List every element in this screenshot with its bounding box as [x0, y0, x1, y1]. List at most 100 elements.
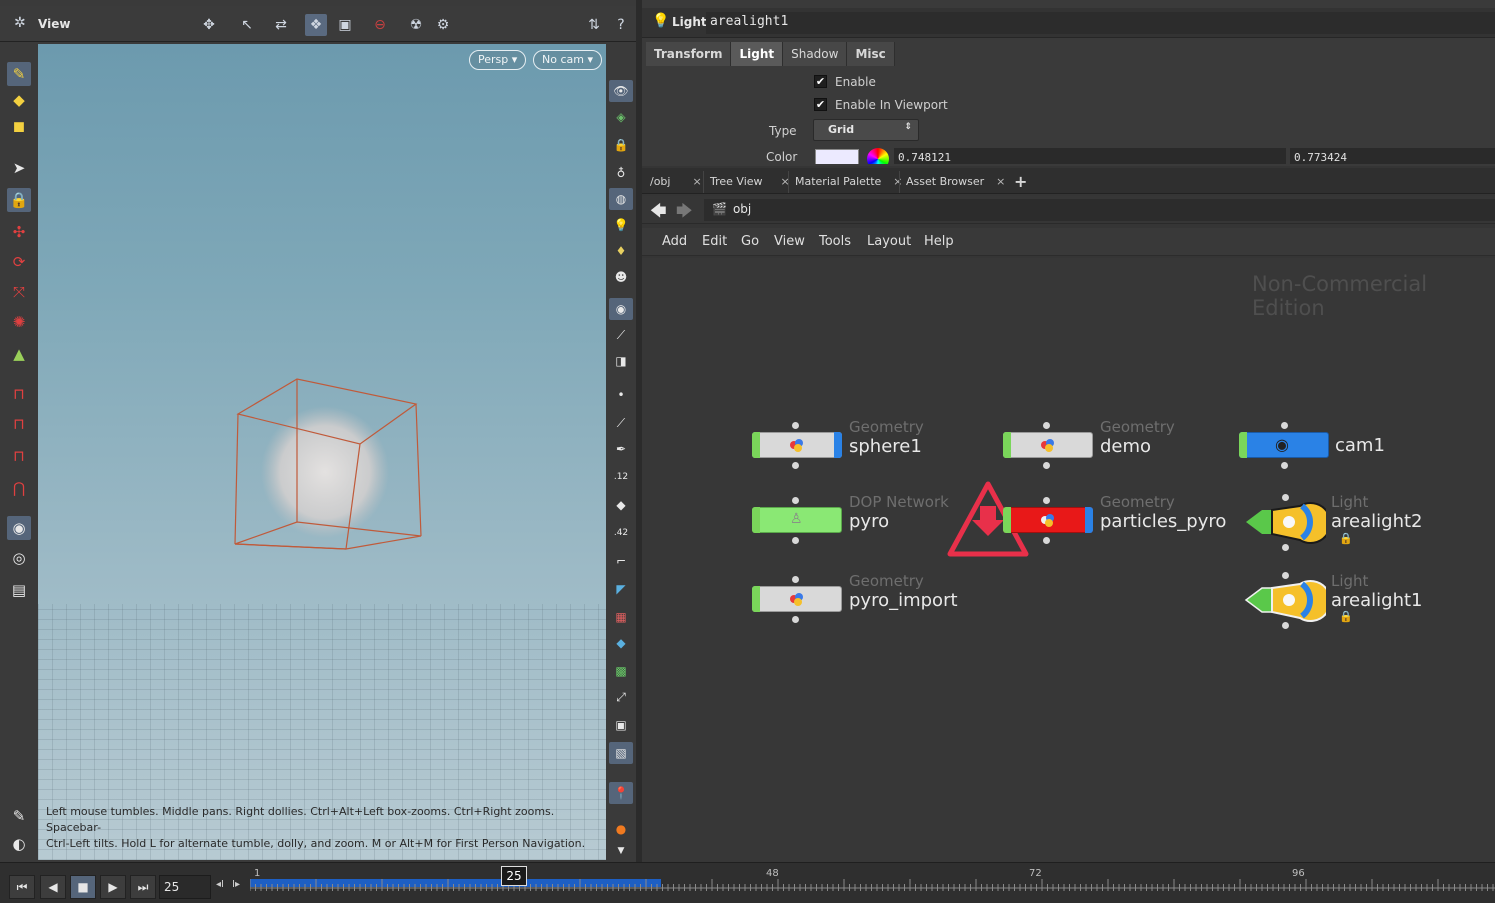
- enable-viewport-checkbox[interactable]: ✔: [814, 98, 827, 111]
- display-box-icon[interactable]: ▣: [609, 714, 633, 736]
- jump-start-button[interactable]: ⏮: [9, 875, 35, 899]
- move-icon[interactable]: ✣: [7, 220, 31, 244]
- view-icon[interactable]: ✲: [14, 15, 26, 31]
- display-pin-icon[interactable]: 📍: [609, 782, 633, 804]
- node-arealight1[interactable]: 🔒: [1242, 572, 1353, 629]
- step-forward-icon[interactable]: I▸: [232, 879, 240, 890]
- tab-material-palette[interactable]: Material Palette ×: [788, 171, 909, 193]
- display-paint-icon[interactable]: ◆: [609, 494, 633, 516]
- node-pyro[interactable]: ♙: [752, 497, 842, 544]
- display-bg-icon[interactable]: ▧: [609, 742, 633, 764]
- menu-go[interactable]: Go: [741, 234, 759, 249]
- stop-icon[interactable]: ⊖: [369, 14, 391, 36]
- display-diamond-icon[interactable]: ◆: [609, 632, 633, 654]
- group-view-icon[interactable]: ❖: [305, 14, 327, 36]
- camera-menu[interactable]: No cam ▾: [533, 50, 602, 70]
- display-geo-icon[interactable]: ◈: [609, 106, 633, 128]
- display-person-icon[interactable]: ☻: [609, 266, 633, 288]
- scale-icon[interactable]: ⤧: [7, 280, 31, 304]
- paint-icon[interactable]: ◆: [7, 88, 31, 112]
- display-sphere-icon[interactable]: ◍: [609, 188, 633, 210]
- tab-asset-browser[interactable]: Asset Browser ×: [899, 171, 1011, 193]
- collapse-down-icon[interactable]: ▼: [609, 840, 633, 862]
- display-corner-icon[interactable]: ⌐: [609, 550, 633, 572]
- display-bulb-icon[interactable]: 💡: [609, 214, 633, 236]
- color-r-field[interactable]: 0.748121: [894, 148, 1286, 164]
- jump-end-button[interactable]: ⏭: [130, 875, 156, 899]
- snap-icon[interactable]: ⊓: [7, 412, 31, 436]
- node-demo[interactable]: [1003, 422, 1093, 469]
- tab-tree-view[interactable]: Tree View ×: [703, 171, 796, 193]
- help-icon[interactable]: ?: [610, 14, 632, 36]
- tab-obj[interactable]: /obj ×: [644, 171, 708, 193]
- orbit-icon[interactable]: ◎: [7, 546, 31, 570]
- add-tab-button[interactable]: +: [1008, 171, 1033, 193]
- back-arrow-icon[interactable]: 🡄: [650, 200, 667, 227]
- display-pen-icon[interactable]: ✒: [609, 438, 633, 460]
- magnet-icon[interactable]: ⊓: [7, 382, 31, 406]
- play-reverse-button[interactable]: ◀: [40, 875, 66, 899]
- display-lock-icon[interactable]: 🔒: [609, 134, 633, 156]
- display-number-icon[interactable]: .12: [609, 466, 633, 488]
- color-g-field[interactable]: 0.773424: [1290, 148, 1495, 164]
- transform-icon[interactable]: ⇄: [270, 14, 292, 36]
- tab-shadow[interactable]: Shadow: [783, 42, 848, 66]
- pointer-icon[interactable]: ➤: [7, 156, 31, 180]
- display-lamp-icon[interactable]: ♦: [609, 240, 633, 262]
- type-dropdown[interactable]: Grid ⇕: [813, 119, 919, 141]
- pose-icon[interactable]: ✺: [7, 310, 31, 334]
- forward-arrow-icon[interactable]: 🡆: [676, 200, 693, 227]
- sort-icon[interactable]: ⇅: [583, 14, 605, 36]
- visibility-icon[interactable]: ✎: [7, 804, 31, 828]
- menu-layout[interactable]: Layout: [867, 234, 911, 249]
- tab-light[interactable]: Light: [731, 42, 784, 66]
- path-field[interactable]: 🎬 obj: [704, 199, 1495, 221]
- enable-checkbox[interactable]: ✔: [814, 75, 827, 88]
- display-cam-icon[interactable]: ◉: [609, 298, 633, 320]
- display-checker-icon[interactable]: ▦: [609, 606, 633, 628]
- frame-marker[interactable]: 25: [501, 866, 527, 886]
- snap-grid-icon[interactable]: ⊓: [7, 444, 31, 468]
- step-back-icon[interactable]: ◂I: [216, 879, 224, 890]
- node-arealight2[interactable]: 🔒: [1242, 494, 1353, 551]
- display-eye-icon[interactable]: 👁: [609, 80, 633, 102]
- brush-icon[interactable]: ✎: [7, 62, 31, 86]
- node-name-field[interactable]: arealight1: [706, 12, 1495, 34]
- rotate-icon[interactable]: ⟳: [7, 250, 31, 274]
- render-icon[interactable]: ☢: [405, 14, 427, 36]
- lock-icon[interactable]: 🔒: [7, 188, 31, 212]
- render-region-icon[interactable]: ▤: [7, 578, 31, 602]
- camera-icon[interactable]: ◉: [7, 516, 31, 540]
- timeline-track[interactable]: 1 48 72 96 25: [250, 866, 1495, 899]
- settings-icon[interactable]: ⚙: [432, 14, 454, 36]
- menu-view[interactable]: View: [774, 234, 805, 249]
- display-line-icon[interactable]: ⟋: [609, 412, 633, 434]
- color-wheel-icon[interactable]: [867, 148, 889, 164]
- node-canvas[interactable]: Non-Commercial Edition Geometry sphere1 …: [642, 258, 1495, 862]
- color-swatch[interactable]: [815, 149, 859, 164]
- menu-tools[interactable]: Tools: [819, 234, 851, 249]
- display-attr-icon[interactable]: .42: [609, 522, 633, 544]
- play-forward-button[interactable]: ▶: [100, 875, 126, 899]
- snap-point-icon[interactable]: ⋂: [7, 476, 31, 500]
- tab-misc[interactable]: Misc: [847, 42, 895, 66]
- 3d-viewport[interactable]: Persp ▾ No cam ▾ Left mouse tumbles. Mid…: [38, 44, 606, 860]
- display-light-icon[interactable]: ♁: [609, 162, 633, 184]
- menu-edit[interactable]: Edit: [702, 234, 727, 249]
- stop-button[interactable]: ■: [70, 875, 96, 899]
- menu-help[interactable]: Help: [924, 234, 954, 249]
- tab-transform[interactable]: Transform: [646, 42, 732, 66]
- camera-move-icon[interactable]: ✥: [198, 14, 220, 36]
- warning-icon[interactable]: ●: [609, 818, 633, 840]
- display-points-icon[interactable]: •: [609, 384, 633, 406]
- persp-menu[interactable]: Persp ▾: [469, 50, 527, 70]
- display-uv-icon[interactable]: ▩: [609, 660, 633, 682]
- menu-add[interactable]: Add: [662, 234, 687, 249]
- display-normals-icon[interactable]: ⟋: [609, 324, 633, 346]
- node-particles-pyro[interactable]: [1003, 497, 1093, 544]
- display-options-icon[interactable]: ◐: [7, 832, 31, 856]
- handle-icon[interactable]: ▲: [7, 342, 31, 366]
- node-sphere1[interactable]: [752, 422, 842, 469]
- eraser-icon[interactable]: ◼: [7, 114, 31, 138]
- node-cam1[interactable]: ◉: [1239, 422, 1329, 469]
